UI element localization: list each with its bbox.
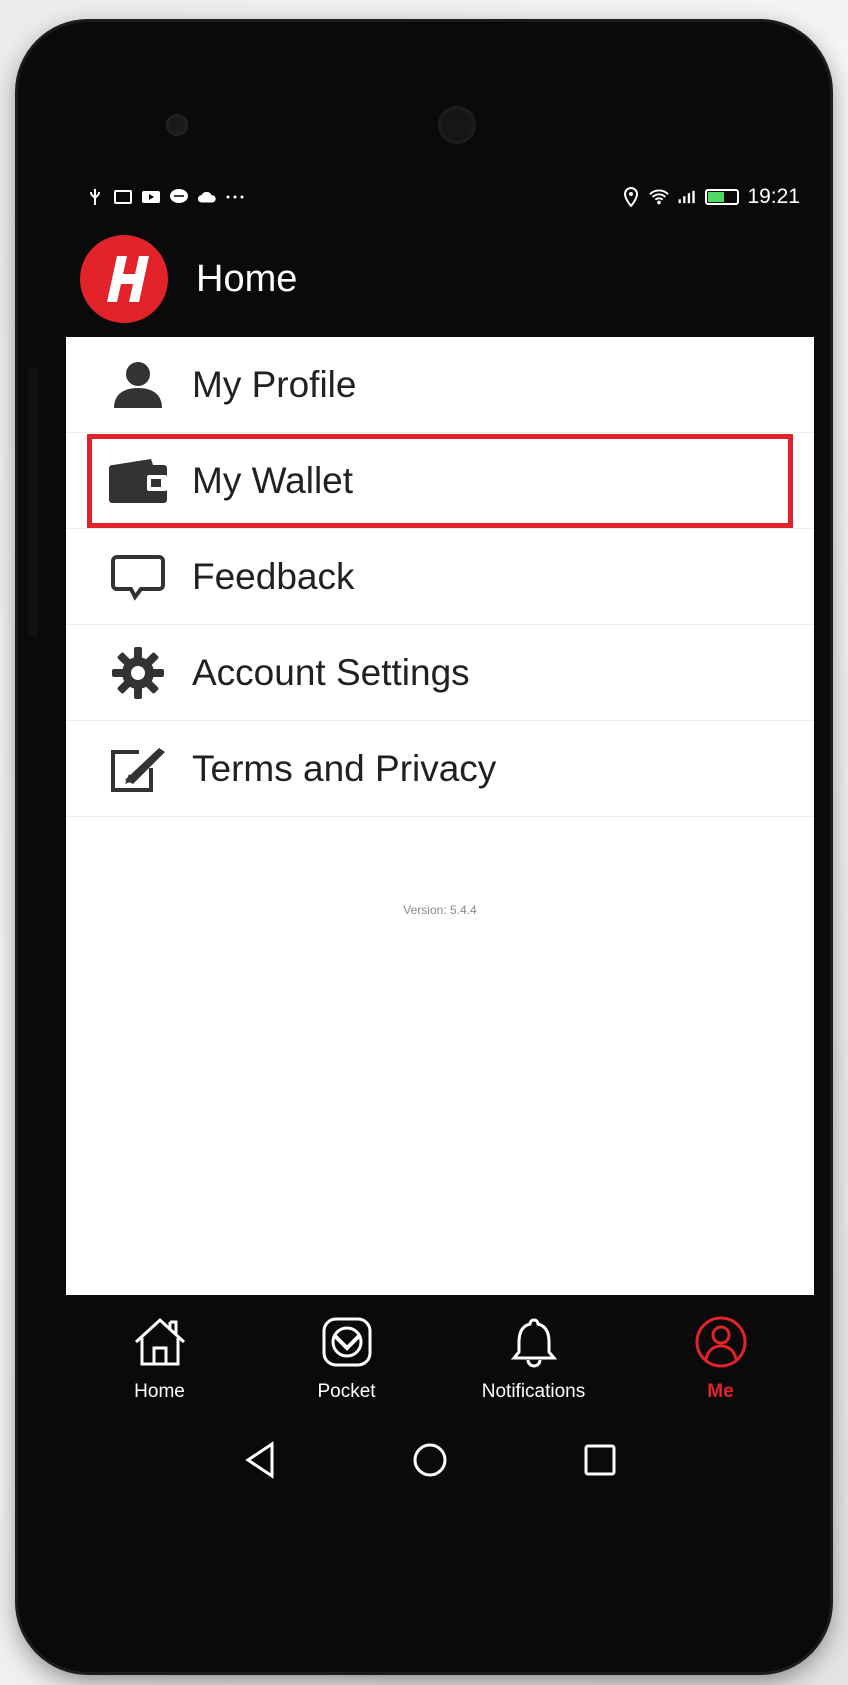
edit-document-icon	[106, 737, 170, 801]
status-right-icons: 19:21	[621, 185, 800, 209]
nav-label: Notifications	[481, 1380, 586, 1402]
video-icon	[141, 188, 161, 206]
status-bar: 19:21	[85, 180, 800, 214]
location-icon	[621, 187, 641, 207]
side-button	[28, 367, 38, 637]
battery-icon	[705, 189, 740, 205]
menu-label: My Profile	[192, 363, 357, 405]
more-icon	[225, 188, 245, 206]
wifi-icon	[649, 188, 670, 206]
signal-icon	[677, 188, 697, 206]
nav-tab-home[interactable]: Home	[80, 1313, 240, 1403]
chat-icon	[169, 188, 189, 206]
menu-label: Terms and Privacy	[192, 747, 497, 789]
nav-tab-notifications[interactable]: Notifications	[454, 1313, 614, 1403]
system-nav-bar	[230, 1430, 630, 1490]
menu-label: My Wallet	[192, 459, 354, 501]
speech-bubble-icon	[106, 545, 170, 609]
front-camera	[438, 106, 476, 144]
menu-item-my-wallet[interactable]: My Wallet	[66, 433, 814, 529]
version-text: Version: 5.4.4	[403, 903, 477, 917]
bell-icon	[505, 1313, 563, 1371]
menu-item-terms-privacy[interactable]: Terms and Privacy	[66, 721, 814, 817]
pocket-icon	[318, 1313, 376, 1371]
image-icon	[113, 188, 133, 206]
nav-label: Pocket	[317, 1380, 376, 1402]
back-icon[interactable]	[230, 1430, 290, 1490]
menu-item-my-profile[interactable]: My Profile	[66, 337, 814, 433]
home-icon	[131, 1313, 189, 1371]
proximity-sensor	[166, 114, 188, 136]
nav-label: Home	[134, 1380, 185, 1402]
usb-icon	[85, 188, 105, 206]
menu-item-feedback[interactable]: Feedback	[66, 529, 814, 625]
cloud-icon	[197, 188, 217, 206]
home-button-icon[interactable]	[400, 1430, 460, 1490]
nav-tab-pocket[interactable]: Pocket	[267, 1313, 427, 1403]
app-logo[interactable]	[80, 235, 168, 323]
menu-label: Feedback	[192, 555, 355, 597]
gear-icon	[106, 641, 170, 705]
app-bar: Home	[80, 234, 780, 324]
recents-icon[interactable]	[570, 1430, 630, 1490]
wallet-icon	[106, 449, 170, 513]
nav-label: Me	[707, 1380, 734, 1402]
bottom-nav: Home Pocket Notifications Me	[66, 1300, 814, 1415]
menu-panel: My Profile My Wallet Feedback Account Se…	[66, 337, 814, 1295]
menu-label: Account Settings	[192, 651, 470, 693]
person-icon	[106, 353, 170, 417]
status-time: 19:21	[747, 185, 800, 208]
page-title: Home	[196, 257, 298, 300]
menu-item-account-settings[interactable]: Account Settings	[66, 625, 814, 721]
status-left-icons	[85, 188, 245, 206]
h-logo-icon	[92, 251, 149, 305]
user-circle-icon	[692, 1313, 750, 1371]
nav-tab-me[interactable]: Me	[641, 1313, 801, 1403]
